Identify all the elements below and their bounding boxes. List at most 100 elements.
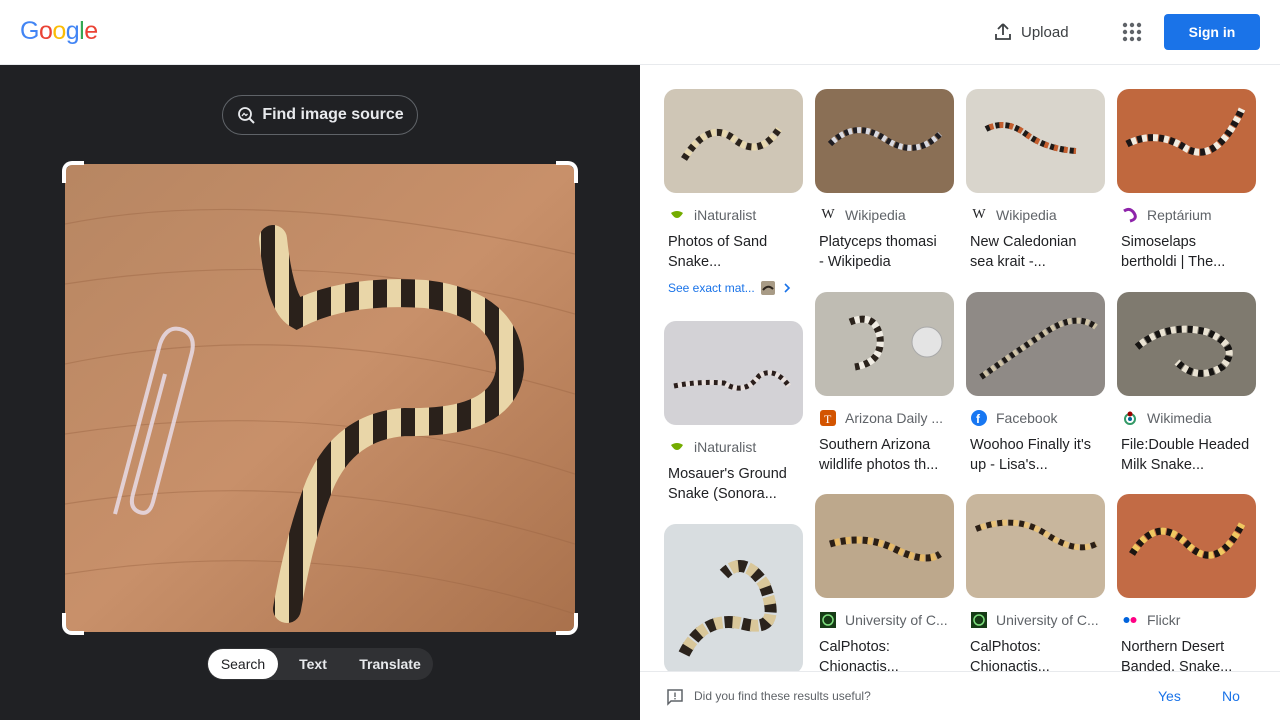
crop-handle-bottom-right[interactable] [556,613,578,635]
inaturalist-icon [668,206,686,224]
result-card[interactable]: W Wikipedia Platyceps thomasi - Wikipedi… [815,89,955,272]
result-title-line: New Caledonian [970,234,1077,250]
chevron-right-icon [784,283,790,293]
result-title: Simoselaps bertholdi | The... [1117,232,1257,272]
svg-text:T: T [824,412,832,426]
mode-switcher: Search Text Translate [207,648,433,680]
result-card[interactable]: W Wikipedia New Caledonian sea krait -..… [966,89,1106,272]
result-source-name: Arizona Daily ... [845,410,944,426]
see-exact-matches-link[interactable]: See exact mat... [668,281,793,295]
crop-handle-top-left[interactable] [62,161,84,183]
feedback-no-button[interactable]: No [1222,688,1240,704]
result-title-line: wildlife photos th... [819,457,939,473]
result-thumbnail [664,524,803,671]
result-title: CalPhotos: Chionactis... [966,637,1106,671]
result-card[interactable]: iNaturalist Photos of Sand Snake... [664,89,804,272]
result-thumbnail [1117,89,1256,193]
flickr-icon [1121,611,1139,629]
feedback-bar: Did you find these results useful? Yes N… [640,671,1280,720]
mode-translate-tab[interactable]: Translate [348,649,432,679]
wikipedia-icon: W [972,207,986,222]
upload-icon [995,23,1011,40]
result-title-line: Mosauer's Ground [668,466,787,482]
sign-in-button[interactable]: Sign in [1164,14,1260,50]
visual-matches-grid: iNaturalist Photos of Sand Snake... iNat… [640,65,1280,671]
mode-search-tab[interactable]: Search [208,649,278,679]
result-title-line: Chionactis... [819,659,899,671]
wikimedia-icon [1121,409,1139,427]
result-source: Flickr [1117,611,1257,629]
result-thumbnail [815,89,954,193]
exact-match-thumbnail [760,281,775,295]
result-card[interactable]: f Facebook Woohoo Finally it's up - Lisa… [966,292,1106,475]
result-card[interactable] [664,524,804,671]
result-title: Platyceps thomasi - Wikipedia [815,232,955,272]
google-logo[interactable]: Google [20,17,98,46]
query-image [65,164,575,632]
result-title-line: bertholdi | The... [1121,254,1226,270]
calphotos-icon [970,611,988,629]
result-source-name: Wikipedia [845,207,906,223]
result-title: CalPhotos: Chionactis... [815,637,955,671]
result-thumbnail [664,89,803,193]
result-source: Reptárium [1117,206,1257,224]
crop-handle-bottom-left[interactable] [62,613,84,635]
result-title-line: sea krait -... [970,254,1046,270]
logo-letter: G [20,17,39,45]
find-image-source-button[interactable]: Find image source [222,95,418,135]
result-title-line: Simoselaps [1121,234,1196,250]
result-source-name: iNaturalist [694,207,757,223]
result-title-line: - Wikipedia [819,254,891,270]
result-title: Woohoo Finally it's up - Lisa's... [966,435,1106,475]
upload-label: Upload [1021,23,1069,41]
result-title-line: Woohoo Finally it's [970,437,1091,453]
result-title: Southern Arizona wildlife photos th... [815,435,955,475]
result-title-line: Chionactis... [970,659,1050,671]
reptarium-icon [1121,206,1139,224]
result-thumbnail [664,321,803,425]
result-title-line: Milk Snake... [1121,457,1204,473]
result-thumbnail [1117,292,1256,396]
upload-button[interactable]: Upload [993,20,1069,44]
result-title-line: CalPhotos: [819,639,890,655]
result-card[interactable]: Flickr Northern Desert Banded, Snake... [1117,494,1257,671]
result-card[interactable]: Wikimedia File:Double Headed Milk Snake.… [1117,292,1257,475]
result-source: T Arizona Daily ... [815,409,955,427]
result-source: University of C... [966,611,1106,629]
result-title-line: File:Double Headed [1121,437,1250,453]
feedback-icon [667,689,683,706]
logo-letter: o [38,17,53,45]
query-image-pane: Find image source Search Text Translate [0,65,640,720]
mode-text-tab[interactable]: Text [278,649,348,679]
feedback-yes-button[interactable]: Yes [1158,688,1181,704]
find-image-source-label: Find image source [262,106,404,123]
result-title: Northern Desert Banded, Snake... [1117,637,1257,671]
logo-letter: o [52,17,66,45]
crop-handle-top-right[interactable] [556,161,578,183]
feedback-question: Did you find these results useful? [694,689,871,703]
result-card[interactable]: University of C... CalPhotos: Chionactis… [815,494,955,671]
result-title-line: Southern Arizona [819,437,931,453]
result-card[interactable]: T Arizona Daily ... Southern Arizona wil… [815,292,955,475]
result-thumbnail [966,494,1105,598]
result-title: File:Double Headed Milk Snake... [1117,435,1257,475]
result-title: Mosauer's Ground Snake (Sonora... [664,464,804,504]
result-source: University of C... [815,611,955,629]
result-card[interactable]: University of C... CalPhotos: Chionactis… [966,494,1106,671]
apps-grid-icon[interactable] [1120,20,1144,44]
result-thumbnail [815,292,954,396]
result-source: Wikimedia [1117,409,1257,427]
result-source-name: iNaturalist [694,439,757,455]
result-source-name: Wikipedia [996,207,1057,223]
see-exact-matches-label: See exact mat... [668,281,755,295]
result-card[interactable]: iNaturalist Mosauer's Ground Snake (Sono… [664,321,804,504]
result-card[interactable]: Reptárium Simoselaps bertholdi | The... [1117,89,1257,272]
result-thumbnail [966,292,1105,396]
result-source: iNaturalist [664,206,804,224]
crop-area[interactable] [62,161,578,635]
result-title: New Caledonian sea krait -... [966,232,1106,272]
result-source-name: Wikimedia [1147,410,1212,426]
result-source: W Wikipedia [815,206,955,224]
image-search-icon [238,107,256,124]
result-title-line: Banded, Snake... [1121,659,1233,671]
